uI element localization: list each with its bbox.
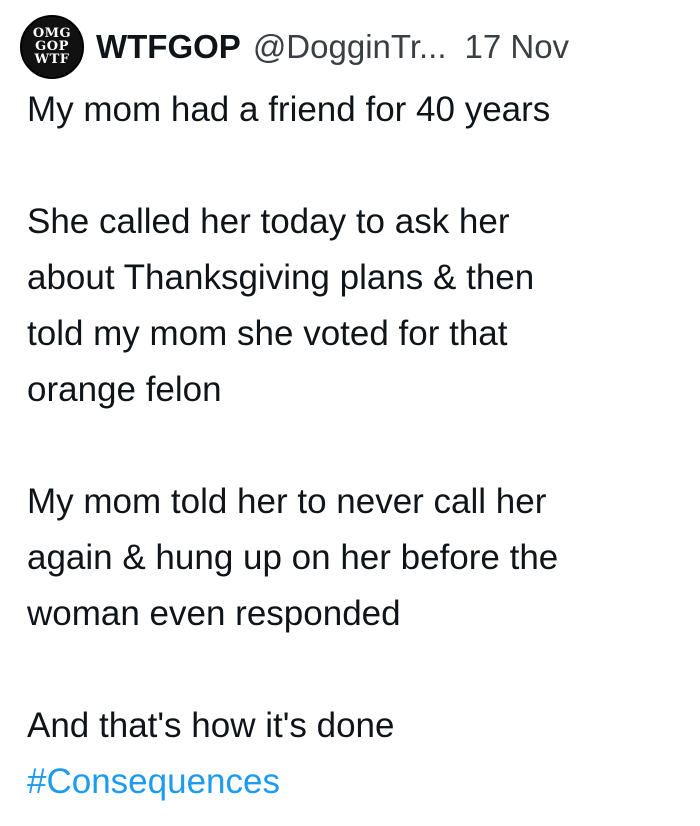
tweet-date[interactable]: 17 Nov <box>465 28 570 66</box>
tweet-line: about Thanksgiving plans & then <box>27 258 535 297</box>
user-handle[interactable]: @DogginTr... <box>253 28 447 66</box>
tweet-paragraph: And that's how it's done #Consequences <box>27 698 687 810</box>
tweet-line: woman even responded <box>27 594 401 633</box>
tweet-line: My mom had a friend for 40 years <box>27 90 551 129</box>
avatar-text-line3: WTF <box>34 52 70 67</box>
display-name[interactable]: WTFGOP <box>96 28 241 66</box>
tweet-line: again & hung up on her before the <box>27 538 559 577</box>
tweet-line: told my mom she voted for that <box>27 314 508 353</box>
tweet-line: And that's how it's done <box>27 706 395 745</box>
tweet-line: orange felon <box>27 370 222 409</box>
tweet-paragraph: My mom told her to never call her again … <box>27 474 687 642</box>
avatar[interactable]: OMG GOP WTF <box>20 15 84 79</box>
avatar-text-line1: OMG <box>32 26 72 41</box>
tweet-paragraph: She called her today to ask her about Th… <box>27 194 687 418</box>
tweet-line: My mom told her to never call her <box>27 482 547 521</box>
hashtag-link[interactable]: #Consequences <box>27 754 687 810</box>
tweet-body: My mom had a friend for 40 years She cal… <box>27 82 687 810</box>
tweet-line: She called her today to ask her <box>27 202 510 241</box>
tweet-header: OMG GOP WTF WTFGOP @DogginTr... 17 Nov <box>20 14 690 80</box>
tweet-card: OMG GOP WTF WTFGOP @DogginTr... 17 Nov M… <box>0 0 700 826</box>
tweet-paragraph: My mom had a friend for 40 years <box>27 82 687 138</box>
